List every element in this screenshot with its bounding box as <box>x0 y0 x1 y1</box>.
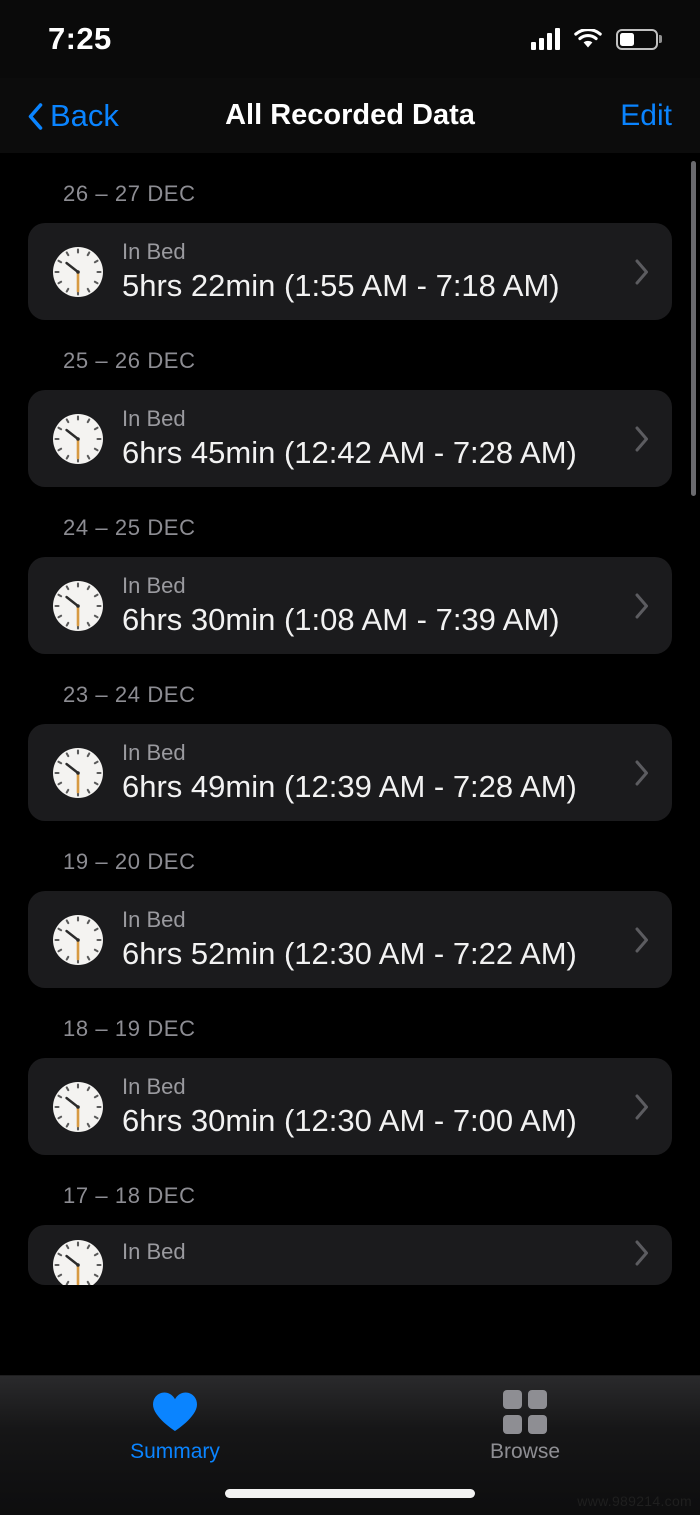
sleep-record-row[interactable]: In Bed 6hrs 49min (12:39 AM - 7:28 AM) <box>28 724 672 821</box>
section-date-header: 17 – 18 DEC <box>63 1183 196 1208</box>
tab-browse[interactable]: Browse <box>350 1376 700 1468</box>
vertical-scrollbar[interactable] <box>691 161 696 496</box>
sleep-record-label: In Bed <box>122 740 186 766</box>
tab-summary[interactable]: Summary <box>0 1376 350 1468</box>
data-section: 19 – 20 DEC In Bed 6hrs 52min (12:30 AM - … <box>0 849 700 988</box>
status-bar-indicators <box>531 28 658 50</box>
chevron-right-icon <box>634 258 650 286</box>
sleep-record-text: In Bed 6hrs 30min (1:08 AM - 7:39 AM) <box>122 573 624 637</box>
clock-icon <box>52 914 104 966</box>
status-bar-time: 7:25 <box>48 21 112 56</box>
sleep-record-label: In Bed <box>122 907 186 933</box>
section-date-header: 26 – 27 DEC <box>63 181 196 206</box>
clock-icon <box>52 580 104 632</box>
data-section: 17 – 18 DEC In Bed <box>0 1183 700 1285</box>
sleep-record-row[interactable]: In Bed <box>28 1225 672 1285</box>
chevron-right-icon <box>634 1093 650 1121</box>
sleep-record-label: In Bed <box>122 239 186 265</box>
grid-icon <box>503 1390 547 1434</box>
sleep-record-value: 6hrs 30min (1:08 AM - 7:39 AM) <box>122 601 560 637</box>
heart-icon <box>151 1390 199 1434</box>
sleep-record-row[interactable]: In Bed 6hrs 30min (1:08 AM - 7:39 AM) <box>28 557 672 654</box>
app-screen: 7:25 Back All Recorded Data Edit 26 – 27… <box>0 0 700 1515</box>
chevron-right-icon <box>634 1239 650 1267</box>
tab-browse-label: Browse <box>489 1440 561 1463</box>
sleep-record-row[interactable]: In Bed 6hrs 30min (12:30 AM - 7:00 AM) <box>28 1058 672 1155</box>
clock-icon <box>52 246 104 298</box>
sleep-record-label: In Bed <box>122 1239 186 1264</box>
sleep-record-value: 5hrs 22min (1:55 AM - 7:18 AM) <box>122 267 560 303</box>
section-date-header: 24 – 25 DEC <box>63 515 196 540</box>
clock-icon <box>52 413 104 465</box>
data-section: 24 – 25 DEC In Bed 6hrs 30min (1:08 AM - 7… <box>0 515 700 654</box>
sleep-record-text: In Bed 6hrs 30min (12:30 AM - 7:00 AM) <box>122 1074 624 1138</box>
back-button[interactable]: Back <box>28 98 119 134</box>
data-section: 18 – 19 DEC In Bed 6hrs 30min (12:30 AM - … <box>0 1016 700 1155</box>
cellular-signal-icon <box>531 28 560 50</box>
status-bar: 7:25 <box>0 0 700 78</box>
section-date-header: 18 – 19 DEC <box>63 1016 196 1041</box>
chevron-right-icon <box>634 926 650 954</box>
chevron-right-icon <box>634 759 650 787</box>
clock-icon <box>52 1081 104 1133</box>
sleep-record-text: In Bed 6hrs 49min (12:39 AM - 7:28 AM) <box>122 740 624 804</box>
sleep-record-row[interactable]: In Bed 5hrs 22min (1:55 AM - 7:18 AM) <box>28 223 672 320</box>
clock-icon <box>52 1239 104 1285</box>
chevron-right-icon <box>634 425 650 453</box>
tab-summary-label: Summary <box>130 1440 220 1463</box>
sleep-record-row[interactable]: In Bed 6hrs 45min (12:42 AM - 7:28 AM) <box>28 390 672 487</box>
sleep-record-text: In Bed <box>122 1239 624 1266</box>
data-section: 23 – 24 DEC In Bed 6hrs 49min (12:39 AM - … <box>0 682 700 821</box>
chevron-right-icon <box>634 592 650 620</box>
sleep-record-label: In Bed <box>122 573 186 599</box>
sleep-record-value: 6hrs 49min (12:39 AM - 7:28 AM) <box>122 768 577 804</box>
wifi-icon <box>574 28 602 50</box>
battery-icon <box>616 28 658 50</box>
sleep-record-label: In Bed <box>122 406 186 432</box>
sleep-record-value: 6hrs 45min (12:42 AM - 7:28 AM) <box>122 434 577 470</box>
edit-button[interactable]: Edit <box>620 99 672 133</box>
sleep-record-label: In Bed <box>122 1074 186 1100</box>
chevron-left-icon <box>28 102 43 130</box>
data-section: 25 – 26 DEC In Bed 6hrs 45min (12:42 AM - … <box>0 348 700 487</box>
navigation-bar: Back All Recorded Data Edit <box>0 78 700 153</box>
sleep-record-value: 6hrs 52min (12:30 AM - 7:22 AM) <box>122 935 577 971</box>
tab-bar: Summary Browse www.989214.com <box>0 1375 700 1515</box>
sleep-record-text: In Bed 6hrs 45min (12:42 AM - 7:28 AM) <box>122 406 624 470</box>
home-indicator[interactable] <box>225 1489 475 1498</box>
sleep-record-text: In Bed 6hrs 52min (12:30 AM - 7:22 AM) <box>122 907 624 971</box>
sleep-record-row[interactable]: In Bed 6hrs 52min (12:30 AM - 7:22 AM) <box>28 891 672 988</box>
section-date-header: 19 – 20 DEC <box>63 849 196 874</box>
back-button-label: Back <box>50 97 119 133</box>
recorded-data-list[interactable]: 26 – 27 DEC In Bed 5hrs 22min (1:55 AM - 7… <box>0 153 700 1375</box>
sleep-record-value: 6hrs 30min (12:30 AM - 7:00 AM) <box>122 1102 577 1138</box>
section-date-header: 25 – 26 DEC <box>63 348 196 373</box>
clock-icon <box>52 747 104 799</box>
watermark: www.989214.com <box>577 1493 692 1509</box>
sleep-record-text: In Bed 5hrs 22min (1:55 AM - 7:18 AM) <box>122 239 624 303</box>
section-date-header: 23 – 24 DEC <box>63 682 196 707</box>
data-section: 26 – 27 DEC In Bed 5hrs 22min (1:55 AM - 7… <box>0 181 700 320</box>
